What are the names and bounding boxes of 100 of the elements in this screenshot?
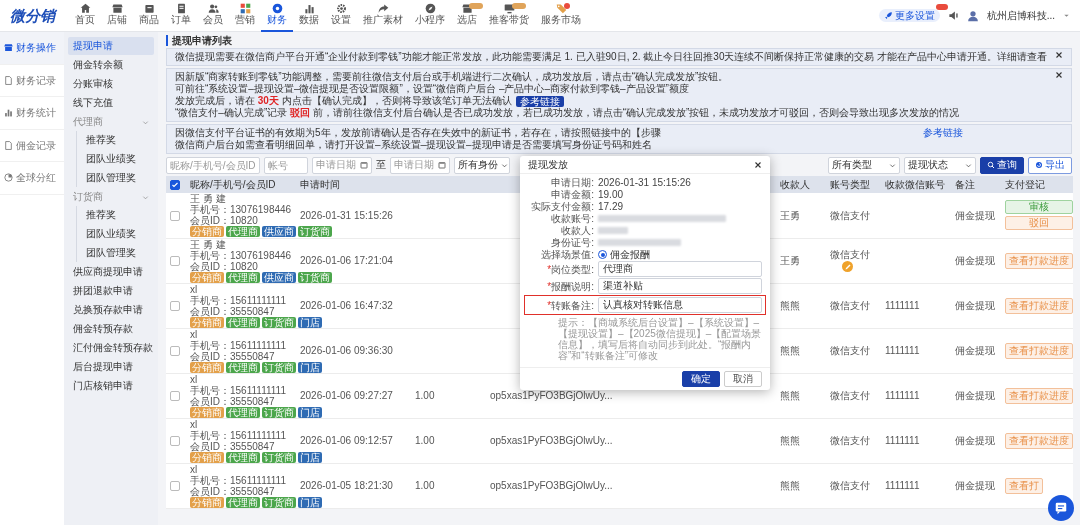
speaker-icon[interactable]	[947, 10, 959, 21]
export-button[interactable]: 导出	[1028, 156, 1072, 174]
submenu-item[interactable]: 佣金转余额	[68, 56, 154, 74]
submenu-item[interactable]: 推荐奖	[81, 206, 154, 224]
field-value: 17.29	[598, 201, 624, 212]
bar-chart-icon	[303, 3, 315, 15]
submenu-item[interactable]: 后台提现申请	[68, 358, 154, 376]
member-id: 会员ID：35550847	[190, 440, 275, 452]
checkmark-icon	[171, 181, 179, 190]
member-name: xl	[190, 418, 198, 430]
caret-icon[interactable]	[1063, 12, 1070, 19]
search-field[interactable]: 帐号	[264, 156, 308, 174]
reference-button[interactable]: 参考链接	[515, 95, 564, 107]
submenu-item[interactable]: 团队管理奖	[81, 169, 154, 187]
table-cell: 2026-01-06 09:36:30	[300, 344, 393, 356]
role-tag: 分销商	[190, 361, 224, 373]
submenu-item[interactable]: 推荐奖	[81, 131, 154, 149]
submenu-item[interactable]: 供应商提现申请	[68, 263, 154, 281]
table-cell: 佣金提现	[955, 344, 995, 356]
avatar-icon[interactable]	[966, 9, 979, 22]
dropdown[interactable]: 所有类型	[828, 156, 900, 174]
hint-text: 提示：【商城系统后台设置】–【系统设置】–【提现设置】–【2025微信提现】–【配置场景信息】，填写后将自动同步到此处。“报酬内容”和“转账备注”可修改	[558, 317, 762, 361]
nav-tab[interactable]: 服务市场	[535, 0, 587, 32]
shop-icon	[461, 3, 473, 15]
input-field[interactable]: 渠道补贴	[598, 278, 762, 294]
table-cell: 1111111	[885, 479, 920, 491]
nav-tab[interactable]: 店铺	[101, 0, 133, 32]
table-cell: 微信支付	[830, 209, 870, 221]
search-field[interactable]: 昵称/手机号/会员ID	[166, 156, 260, 174]
checkbox[interactable]	[170, 436, 180, 447]
confirm-button[interactable]: 确定	[682, 371, 720, 387]
nav-tab[interactable]: 设置	[325, 0, 357, 32]
nav-tab[interactable]: 推广素材	[357, 0, 409, 32]
submenu-item[interactable]: 团队业绩奖	[81, 150, 154, 168]
users-icon	[207, 3, 219, 15]
checkbox[interactable]	[170, 391, 180, 402]
date-field[interactable]: 申请日期	[312, 156, 372, 174]
submenu-item[interactable]: 团队业绩奖	[81, 225, 154, 243]
chevron-icon	[142, 193, 149, 201]
rocket-icon	[883, 11, 893, 20]
submenu-item[interactable]: 团队管理奖	[81, 244, 154, 262]
submenu-item[interactable]: 佣金转预存款	[68, 320, 154, 338]
account-name[interactable]: 杭州启博科技...	[986, 9, 1055, 22]
shop-icon	[4, 43, 13, 53]
submenu-item[interactable]: 提现申请	[68, 37, 154, 55]
reference-link[interactable]: 参考链接	[923, 127, 963, 139]
checkbox[interactable]	[170, 210, 180, 221]
cancel-button[interactable]: 取消	[724, 371, 762, 387]
role-tag: 供应商	[262, 226, 296, 238]
table-cell: 微信支付	[830, 390, 870, 401]
notice-text: 可前往“系统设置–提现设置–微信提现是否设置限额”，设置“微信商户后台 –产品中心–商家付款到零钱–产品设置”额度	[175, 83, 689, 95]
more-settings-button[interactable]: 更多设置	[878, 8, 940, 23]
sidebar-item[interactable]: 财务操作	[0, 32, 64, 65]
submenu-item[interactable]: 门店核销申请	[68, 377, 154, 395]
date-field[interactable]: 申请日期	[390, 156, 450, 174]
field-label: 实际支付金额:	[530, 201, 595, 212]
nav-tab[interactable]: 数据	[293, 0, 325, 32]
submenu-item[interactable]: 线下充值	[68, 94, 154, 112]
role-tag: 门店	[298, 361, 322, 373]
nav-tab[interactable]: 推客带货	[483, 0, 535, 32]
dropdown[interactable]: 提现状态	[904, 156, 976, 174]
nav-tab[interactable]: 会员	[197, 0, 229, 32]
field-label: 身份证号:	[550, 237, 595, 248]
submenu-item[interactable]: 拼团退款申请	[68, 282, 154, 300]
table-cell: 1.00	[415, 434, 435, 446]
table-cell: 佣金提现	[955, 209, 995, 221]
nav-tab[interactable]: 营销	[229, 0, 261, 32]
submenu-item[interactable]: 汇付佣金转预存款	[68, 339, 154, 357]
close-icon[interactable]	[1055, 71, 1063, 79]
search-button[interactable]: 查询	[980, 156, 1024, 174]
checkbox[interactable]	[170, 301, 180, 312]
logo: 微分销	[10, 6, 55, 25]
checkbox[interactable]	[170, 481, 180, 492]
nav-tab[interactable]: 选店	[451, 0, 483, 32]
nav-tab[interactable]: 商品	[133, 0, 165, 32]
role-tag: 订货商	[298, 271, 332, 283]
radio-option[interactable]: 佣金报酬	[598, 249, 650, 260]
role-tag: 订货商	[262, 496, 296, 508]
checkbox[interactable]	[170, 180, 180, 191]
nav-tab[interactable]: 首页	[69, 0, 101, 32]
column-header: 收款人	[780, 178, 810, 190]
table-cell: 2026-01-06 09:27:27	[300, 389, 393, 401]
input-field[interactable]: 认真核对转账信息	[598, 297, 762, 313]
checkbox[interactable]	[170, 256, 180, 267]
member-name: xl	[190, 373, 198, 385]
table-cell: 熊熊	[780, 344, 800, 356]
checkbox[interactable]	[170, 346, 180, 357]
dropdown[interactable]: 所有身份	[454, 156, 510, 174]
bar-chart-icon	[4, 108, 13, 118]
table-cell: 王勇	[780, 209, 800, 221]
edit-icon[interactable]	[842, 261, 853, 272]
input-field[interactable]: 代理商	[598, 261, 762, 277]
role-tag: 订货商	[262, 406, 296, 418]
close-icon[interactable]	[754, 160, 762, 169]
table-cell: 2026-01-06 17:21:04	[300, 254, 393, 266]
submenu-item[interactable]: 兑换预存款申请	[68, 301, 154, 319]
submenu-item[interactable]: 分账审核	[68, 75, 154, 93]
close-icon[interactable]	[1055, 51, 1063, 59]
nav-tab[interactable]: 小程序	[409, 0, 451, 32]
nav-tab[interactable]: 订单	[165, 0, 197, 32]
